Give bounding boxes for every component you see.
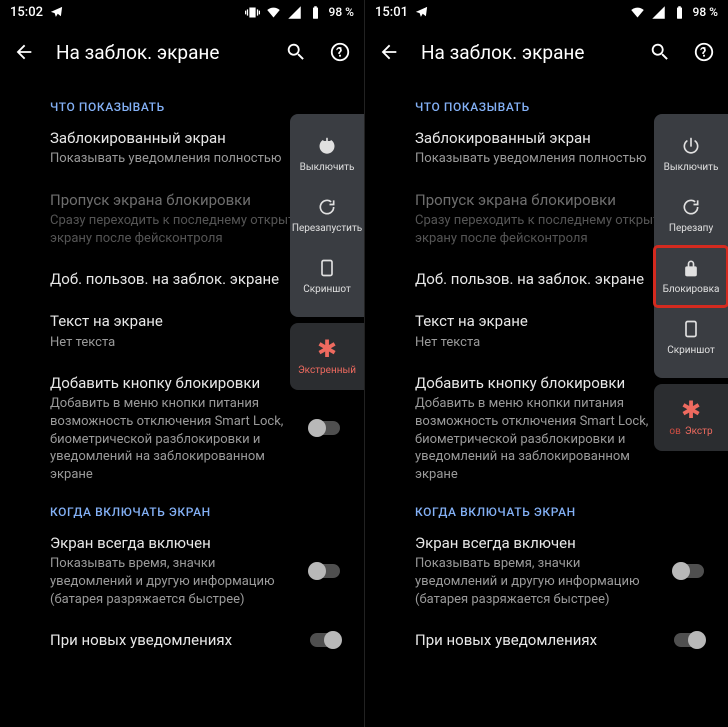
status-battery: 98 % (693, 5, 718, 19)
search-button[interactable] (284, 40, 308, 64)
power-menu: Выключить Перезапустить Скриншот ✱ Экстр… (290, 114, 364, 390)
status-bar: 15:01 98 % (365, 0, 728, 24)
screenshot-label: Скриншот (667, 345, 715, 356)
restart-icon (681, 197, 701, 217)
power-off-button[interactable]: Выключить (654, 124, 728, 185)
section-header-show: ЧТО ПОКАЗЫВАТЬ (415, 100, 706, 114)
app-bar: На заблок. экране (0, 24, 364, 80)
signal-icon (651, 5, 666, 20)
power-icon (317, 136, 337, 156)
item-primary: При новых уведомлениях (415, 630, 706, 650)
status-right: 98 % (245, 5, 354, 20)
item-primary: Экран всегда включен (415, 533, 706, 553)
item-primary: При новых уведомлениях (50, 630, 342, 650)
power-off-button[interactable]: Выключить (290, 124, 364, 185)
help-button[interactable] (692, 40, 716, 64)
signal-icon (287, 5, 302, 20)
power-menu-group: Выключить Перезапу Блокировка Скриншот (654, 114, 728, 378)
power-menu-group: Выключить Перезапустить Скриншот (290, 114, 364, 317)
telegram-icon (49, 5, 64, 20)
item-secondary: Показывать время, значки уведомлений и д… (415, 555, 706, 608)
app-bar: На заблок. экране (365, 24, 728, 80)
vibrate-icon (245, 5, 260, 20)
back-button[interactable] (12, 40, 36, 64)
status-left: 15:01 (375, 5, 429, 20)
restart-button[interactable]: Перезапустить (290, 185, 364, 246)
item-always-on[interactable]: Экран всегда включен Показывать время, з… (50, 533, 342, 608)
emergency-label: Экстр (685, 426, 713, 437)
screenshot-button[interactable]: Скриншот (654, 307, 728, 368)
emergency-button[interactable]: ✱ ов Экстр (654, 384, 728, 451)
toggle-lockdown[interactable] (308, 419, 342, 437)
search-icon (285, 41, 307, 63)
lockdown-label: Блокировка (663, 284, 720, 295)
toggle-always-on[interactable] (308, 562, 342, 580)
help-icon (693, 41, 715, 63)
restart-label: Перезапустить (292, 223, 362, 234)
pane-left: 15:02 98 % На заблок. экране ЧТО ПОКАЗЫВ… (0, 0, 364, 727)
status-time: 15:02 (10, 5, 43, 20)
status-left: 15:02 (10, 5, 64, 20)
restart-label: Перезапу (669, 223, 713, 234)
asterisk-icon: ✱ (317, 337, 337, 361)
toggle-new-notif[interactable] (308, 631, 342, 649)
toggle-always-on[interactable] (672, 562, 706, 580)
power-icon (681, 136, 701, 156)
search-button[interactable] (648, 40, 672, 64)
section-header-show: ЧТО ПОКАЗЫВАТЬ (50, 100, 342, 114)
arrow-back-icon (13, 41, 35, 63)
toggle-new-notif[interactable] (672, 631, 706, 649)
section-header-when: КОГДА ВКЛЮЧАТЬ ЭКРАН (50, 505, 342, 519)
lockdown-button[interactable]: Блокировка (654, 246, 728, 307)
page-title: На заблок. экране (421, 41, 628, 64)
telegram-icon (414, 5, 429, 20)
pane-right: 15:01 98 % На заблок. экране ЧТО ПОКАЗЫВ… (364, 0, 728, 727)
help-icon (329, 41, 351, 63)
status-time: 15:01 (375, 5, 408, 20)
lock-icon (681, 258, 701, 278)
emergency-label: Экстренный (298, 365, 356, 376)
wifi-icon (630, 5, 645, 20)
status-bar: 15:02 98 % (0, 0, 364, 24)
battery-icon (308, 5, 323, 20)
power-off-label: Выключить (664, 162, 719, 173)
screenshot-icon (317, 258, 337, 278)
item-secondary: Добавить в меню кнопки питания возможнос… (50, 395, 342, 483)
power-menu: Выключить Перезапу Блокировка Скриншот ✱… (654, 114, 728, 451)
status-right: 98 % (630, 5, 718, 20)
emergency-prefix: ов (669, 426, 680, 437)
asterisk-icon: ✱ (681, 398, 701, 422)
item-secondary: Показывать время, значки уведомлений и д… (50, 555, 342, 608)
item-new-notifications[interactable]: При новых уведомлениях (50, 630, 342, 650)
section-header-when: КОГДА ВКЛЮЧАТЬ ЭКРАН (415, 505, 706, 519)
screenshot-button[interactable]: Скриншот (290, 246, 364, 307)
restart-icon (317, 197, 337, 217)
battery-icon (672, 5, 687, 20)
restart-button[interactable]: Перезапу (654, 185, 728, 246)
emergency-button[interactable]: ✱ Экстренный (290, 323, 364, 390)
search-icon (649, 41, 671, 63)
power-off-label: Выключить (300, 162, 355, 173)
wifi-icon (266, 5, 281, 20)
item-new-notifications[interactable]: При новых уведомлениях (415, 630, 706, 650)
item-always-on[interactable]: Экран всегда включен Показывать время, з… (415, 533, 706, 608)
back-button[interactable] (377, 40, 401, 64)
item-primary: Экран всегда включен (50, 533, 342, 553)
screenshot-label: Скриншот (303, 284, 351, 295)
arrow-back-icon (378, 41, 400, 63)
page-title: На заблок. экране (56, 41, 264, 64)
screenshot-icon (681, 319, 701, 339)
help-button[interactable] (328, 40, 352, 64)
status-battery: 98 % (329, 5, 354, 19)
